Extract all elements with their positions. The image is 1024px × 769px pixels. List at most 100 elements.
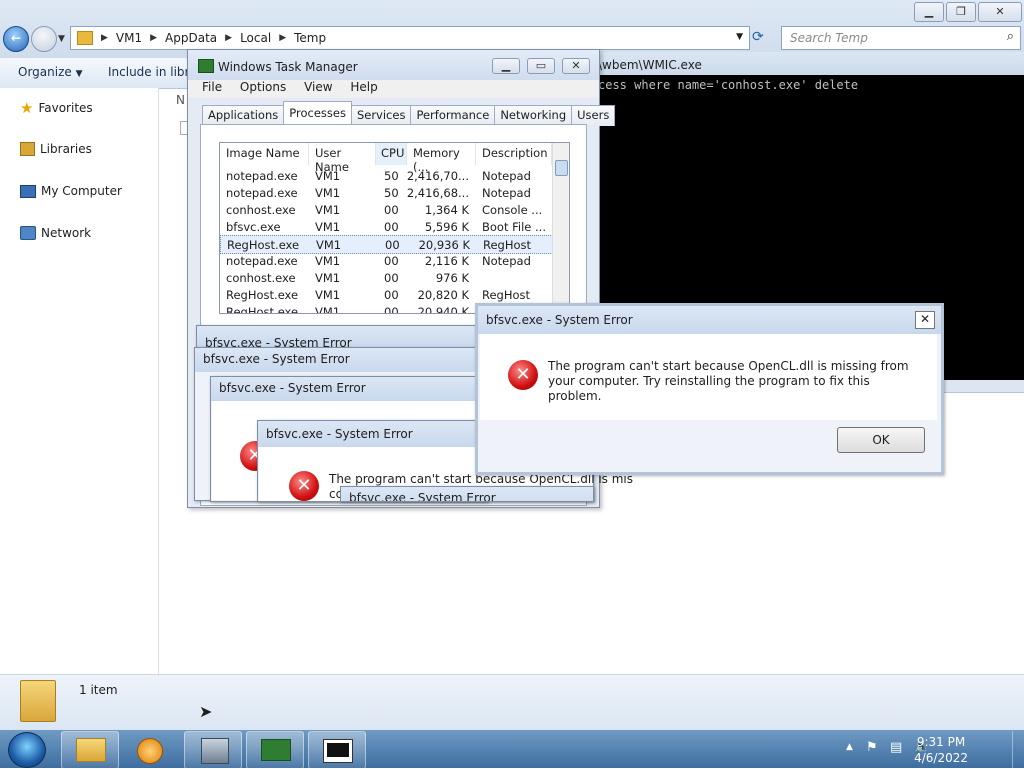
breadcrumb-separator-icon: ▶: [150, 33, 158, 43]
process-row[interactable]: conhost.exe VM1 00 976 K: [220, 269, 551, 286]
tab-users[interactable]: Users: [571, 105, 616, 126]
process-mem: 2,416,68...: [406, 186, 469, 200]
process-row[interactable]: notepad.exe VM1 50 2,416,70... Notepad: [220, 167, 551, 184]
address-dropdown-icon[interactable]: ▼: [736, 32, 743, 42]
tab-services[interactable]: Services: [350, 105, 412, 126]
process-mem: 20,936 K: [418, 238, 470, 252]
show-desktop-button[interactable]: [1012, 731, 1024, 768]
task-manager-tabs: Applications Processes Services Performa…: [202, 101, 616, 128]
process-cpu: 00: [384, 220, 399, 234]
process-row[interactable]: bfsvc.exe VM1 00 5,596 K Boot File ...: [220, 218, 551, 235]
recent-pages-icon[interactable]: ▼: [58, 34, 65, 44]
forward-button[interactable]: [31, 26, 57, 52]
nav-libraries-label: Libraries: [40, 142, 92, 156]
process-desc: RegHost: [483, 238, 532, 252]
nav-my-computer[interactable]: My Computer: [20, 184, 122, 198]
action-center-icon[interactable]: ⚑: [866, 740, 878, 755]
column-cpu-label: CPU: [381, 146, 405, 160]
breadcrumb-vm1[interactable]: VM1: [116, 31, 142, 45]
breadcrumb-appdata[interactable]: AppData: [165, 31, 217, 45]
nav-favorites[interactable]: ★ Favorites: [20, 99, 93, 117]
column-user-name[interactable]: User Name: [309, 143, 376, 174]
process-mem: 2,416,70...: [406, 169, 469, 183]
organize-label: Organize: [18, 65, 72, 79]
process-user: VM1: [315, 288, 341, 302]
process-cpu: 50: [384, 186, 399, 200]
taskbar-explorer-button[interactable]: [61, 731, 119, 769]
close-button[interactable]: ✕: [562, 58, 590, 74]
console-scrollbar[interactable]: [938, 380, 1024, 393]
task-manager-icon: [198, 59, 214, 73]
include-in-library-button[interactable]: Include in libra: [108, 65, 197, 79]
process-desc: Notepad: [482, 186, 531, 200]
error-dialog: bfsvc.exe - System Error: [196, 325, 488, 350]
nav-network[interactable]: Network: [20, 226, 91, 240]
tab-networking[interactable]: Networking: [494, 105, 573, 126]
search-input[interactable]: Search Temp ⌕: [781, 26, 1021, 50]
error-dialog-title: bfsvc.exe - System Error: [266, 427, 413, 441]
taskbar-media-player-button[interactable]: [122, 731, 180, 769]
taskbar-program-button[interactable]: [184, 731, 242, 769]
ok-button[interactable]: OK: [837, 427, 925, 453]
address-bar[interactable]: ▶ VM1 ▶ AppData ▶ Local ▶ Temp ▼: [70, 26, 750, 50]
name-column-header[interactable]: N: [176, 93, 185, 107]
breadcrumb-separator-icon: ▶: [101, 33, 108, 43]
process-row[interactable]: RegHost.exe VM1 00 20,820 K RegHost: [220, 286, 551, 303]
process-list[interactable]: Image Name User Name CPU Memory (... Des…: [219, 142, 570, 314]
process-mem: 976 K: [435, 271, 469, 285]
taskbar-task-manager-button[interactable]: [246, 731, 304, 769]
search-placeholder: Search Temp: [790, 31, 868, 45]
tab-performance[interactable]: Performance: [410, 105, 496, 126]
menu-view[interactable]: View: [304, 80, 332, 94]
console-command-line: cess where name='conhost.exe' delete: [598, 78, 859, 92]
task-manager-menubar: File Options View Help: [188, 80, 599, 98]
column-description[interactable]: Description: [476, 143, 552, 165]
process-cpu: 00: [384, 271, 399, 285]
console-icon: [323, 739, 353, 763]
menu-file[interactable]: File: [202, 80, 222, 94]
close-button[interactable]: ✕: [978, 2, 1022, 22]
column-image-name[interactable]: Image Name: [220, 143, 309, 165]
minimize-button[interactable]: ▁: [492, 58, 520, 74]
start-button[interactable]: [8, 732, 46, 768]
taskbar-console-button[interactable]: [308, 731, 366, 769]
search-icon[interactable]: ⌕: [1007, 29, 1014, 44]
process-cpu: 00: [384, 288, 399, 302]
show-hidden-icons-icon[interactable]: ▲: [846, 742, 853, 752]
maximize-button[interactable]: ❐: [946, 2, 976, 22]
menu-help[interactable]: Help: [350, 80, 377, 94]
error-icon: ✕: [289, 471, 319, 501]
process-row[interactable]: notepad.exe VM1 00 2,116 K Notepad: [220, 252, 551, 269]
task-manager-title: Windows Task Manager: [218, 60, 358, 74]
task-manager-titlebar: Windows Task Manager ▁ ▭ ✕: [188, 50, 599, 80]
scrollbar-thumb[interactable]: [555, 160, 568, 176]
process-image: conhost.exe: [226, 203, 296, 217]
network-tray-icon[interactable]: ▤: [890, 740, 902, 755]
navigation-pane: [0, 88, 159, 674]
process-desc: Boot File ...: [482, 220, 546, 234]
tab-applications[interactable]: Applications: [202, 105, 285, 126]
breadcrumb-temp[interactable]: Temp: [294, 31, 326, 45]
nav-favorites-label: Favorites: [38, 101, 93, 115]
column-memory[interactable]: Memory (...: [407, 143, 476, 174]
breadcrumb-local[interactable]: Local: [240, 31, 271, 45]
maximize-button[interactable]: ▭: [527, 58, 555, 74]
back-button[interactable]: ←: [3, 26, 29, 52]
error-dialog-active: bfsvc.exe - System Error ✕ ✕ The program…: [475, 303, 944, 475]
taskbar-clock[interactable]: 9:31 PM 4/6/2022: [914, 734, 968, 766]
nav-libraries[interactable]: Libraries: [20, 142, 92, 156]
process-list-scrollbar[interactable]: [552, 143, 569, 313]
process-user: VM1: [315, 186, 341, 200]
process-row[interactable]: conhost.exe VM1 00 1,364 K Console ...: [220, 201, 551, 218]
process-user: VM1: [315, 254, 341, 268]
minimize-button[interactable]: ▁: [914, 2, 944, 22]
close-button[interactable]: ✕: [915, 311, 935, 329]
breadcrumb-separator-icon: ▶: [225, 33, 233, 43]
organize-button[interactable]: Organize ▼: [18, 65, 83, 79]
menu-options[interactable]: Options: [240, 80, 286, 94]
process-row[interactable]: notepad.exe VM1 50 2,416,68... Notepad: [220, 184, 551, 201]
refresh-icon[interactable]: ⟳: [752, 29, 764, 45]
column-cpu[interactable]: CPU: [376, 143, 407, 165]
error-dialog-title: bfsvc.exe - System Error: [349, 491, 496, 502]
process-user: VM1: [315, 271, 341, 285]
